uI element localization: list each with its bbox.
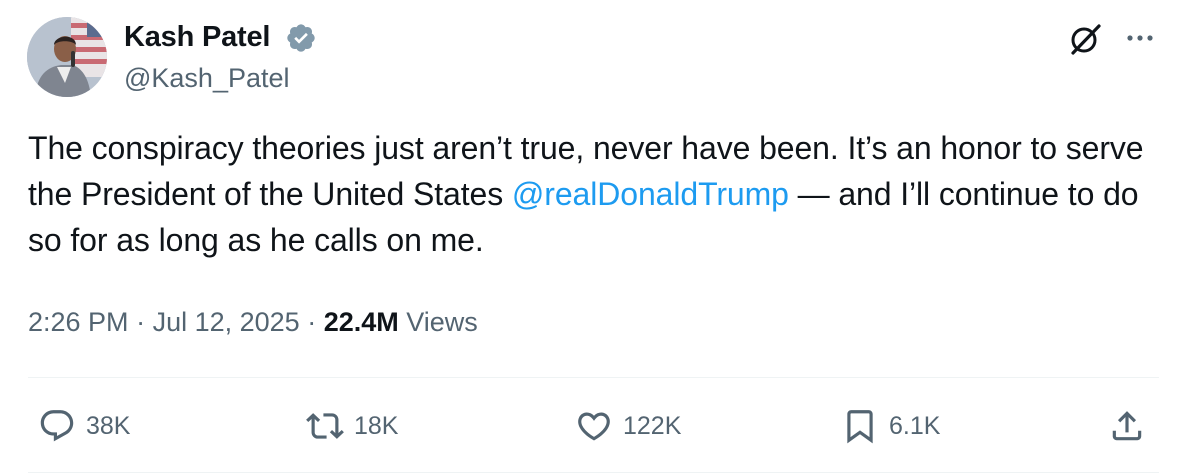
reply-count: 38K [86, 412, 131, 440]
grok-icon[interactable] [1066, 20, 1104, 58]
reply-icon [40, 410, 74, 442]
verified-badge-icon[interactable] [285, 22, 317, 54]
bookmark-icon [847, 410, 873, 444]
bookmark-button[interactable]: 6.1K [841, 404, 940, 448]
meta-separator: · [299, 307, 324, 337]
repost-icon [306, 413, 344, 439]
tweet-meta: 2:26 PM · Jul 12, 2025 · 22.4M Views [28, 304, 478, 340]
more-icon[interactable] [1122, 22, 1158, 54]
divider [28, 472, 1159, 473]
handle[interactable]: @Kash_Patel [124, 60, 290, 96]
tweet-text: The conspiracy theories just aren’t true… [28, 125, 1168, 263]
reply-button[interactable]: 38K [38, 404, 130, 448]
share-button[interactable] [1108, 404, 1146, 448]
mention-link[interactable]: @realDonaldTrump [512, 176, 789, 212]
meta-separator: · [128, 307, 153, 337]
like-button[interactable]: 122K [575, 404, 681, 448]
divider [28, 377, 1159, 378]
timestamp-date[interactable]: Jul 12, 2025 [153, 307, 300, 337]
display-name[interactable]: Kash Patel [124, 18, 270, 56]
like-icon [578, 412, 610, 441]
views-count[interactable]: 22.4M [324, 307, 399, 337]
repost-count: 18K [354, 412, 399, 440]
avatar-photo [27, 17, 107, 97]
timestamp-time[interactable]: 2:26 PM [28, 307, 129, 337]
share-icon [1112, 411, 1142, 441]
repost-button[interactable]: 18K [306, 404, 398, 448]
avatar[interactable] [27, 17, 107, 97]
views-label: Views [398, 307, 478, 337]
bookmark-count: 6.1K [889, 412, 941, 440]
like-count: 122K [623, 412, 682, 440]
